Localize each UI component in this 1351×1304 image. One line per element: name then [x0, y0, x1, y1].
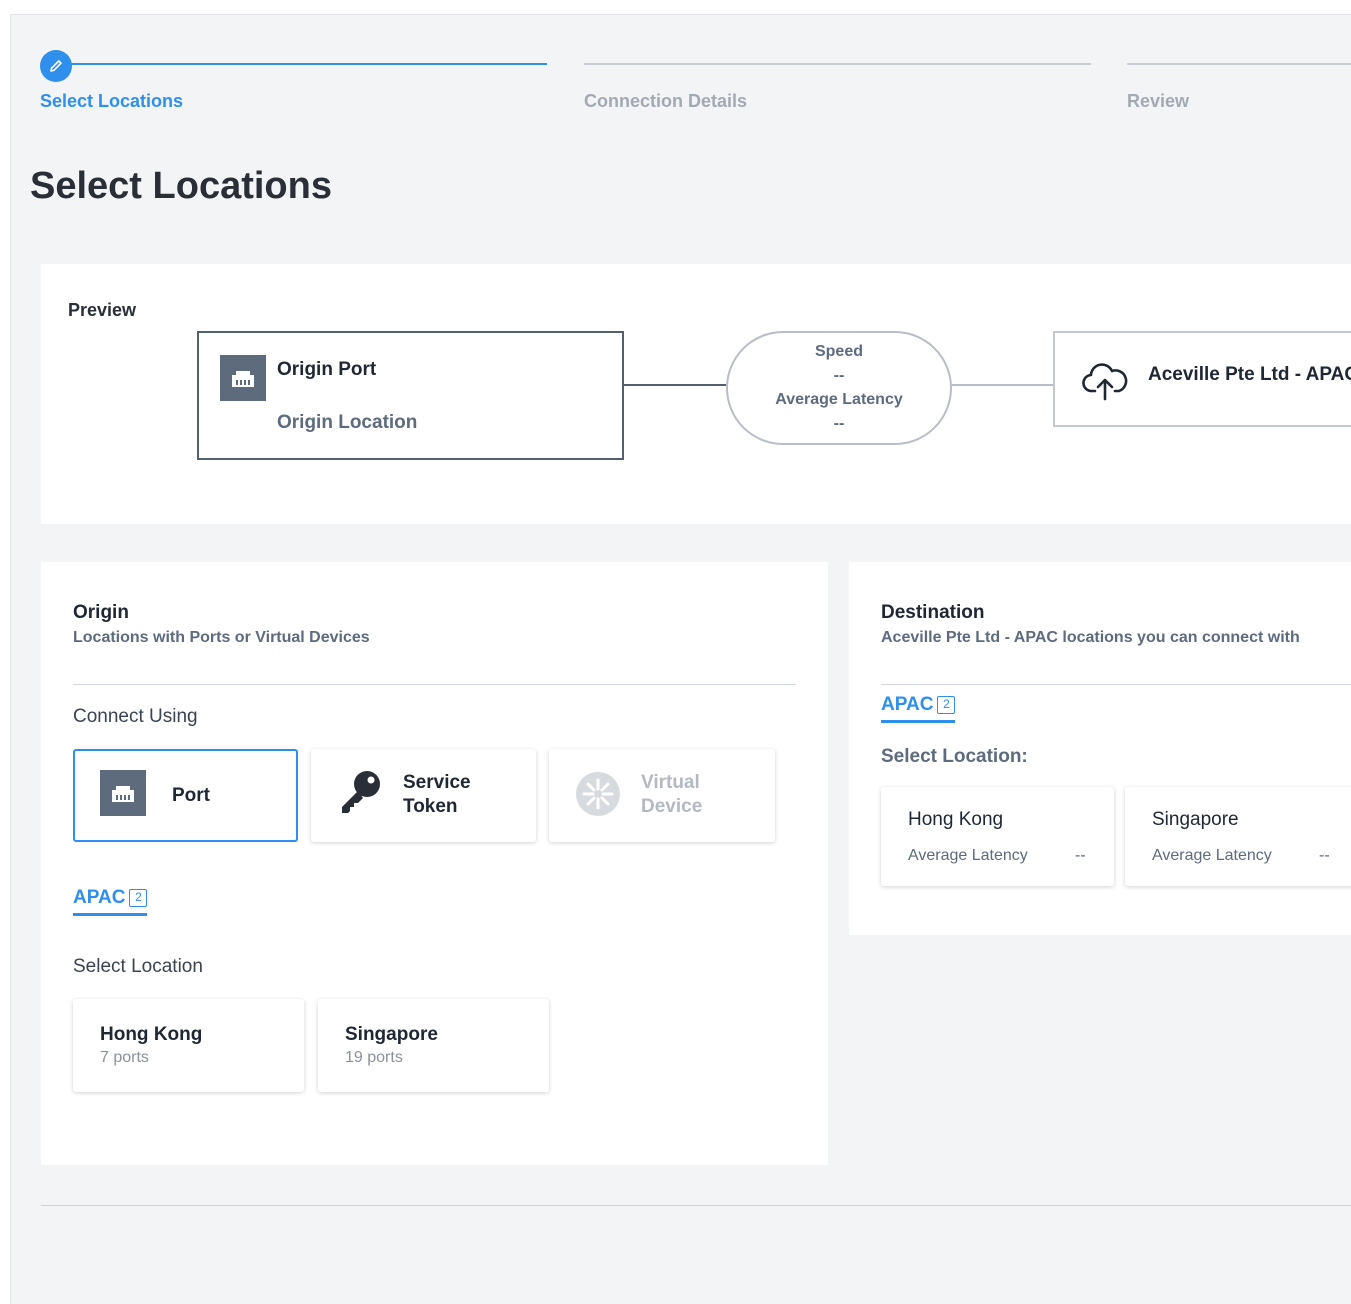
option-label: Port — [172, 785, 210, 806]
region-count-badge: 2 — [937, 696, 956, 714]
option-label-line1: Virtual — [641, 772, 700, 793]
destination-location-singapore[interactable]: Singapore Average Latency -- — [1125, 787, 1351, 886]
location-name: Singapore — [345, 1024, 438, 1045]
preview-origin-box: Origin Port Origin Location — [197, 331, 624, 460]
virtual-device-icon — [575, 771, 621, 822]
location-name: Hong Kong — [908, 809, 1004, 830]
speed-label: Speed — [814, 343, 863, 360]
wizard-frame: Select Locations Connection Details Revi… — [10, 14, 1351, 1304]
step-label: Connection Details — [584, 91, 748, 111]
destination-subtitle: Aceville Pte Ltd - APAC locations you ca… — [881, 629, 1300, 646]
connector-line — [624, 384, 726, 386]
latency-value: -- — [833, 415, 845, 432]
option-label-line1: Service — [403, 772, 471, 793]
preview-origin-title: Origin Port — [277, 359, 377, 380]
region-tab-apac[interactable]: APAC 2 — [881, 694, 956, 723]
preview-card: Preview Origin Port Origin Location Spee… — [41, 264, 1351, 524]
step-label: Select Locations — [40, 91, 184, 111]
pencil-icon — [40, 50, 72, 82]
destination-card: Destination Aceville Pte Ltd - APAC loca… — [849, 562, 1351, 935]
preview-label: Preview — [68, 300, 137, 320]
location-card-singapore[interactable]: Singapore 19 ports — [318, 999, 549, 1092]
latency-label: Average Latency — [775, 391, 903, 408]
ethernet-port-icon — [100, 770, 146, 816]
region-name: APAC — [73, 887, 126, 908]
ethernet-port-icon — [220, 355, 266, 401]
option-label-line2: Device — [641, 796, 703, 817]
latency-value: -- — [1075, 847, 1086, 864]
latency-label: Average Latency — [908, 847, 1028, 864]
preview-destination-box: Aceville Pte Ltd - APAC — [1053, 331, 1351, 427]
select-location-label: Select Location — [73, 956, 203, 977]
footer-divider — [41, 1205, 1351, 1206]
step-line — [584, 63, 1091, 65]
cloud-upload-icon — [1081, 361, 1129, 406]
location-port-count: 19 ports — [345, 1049, 403, 1066]
location-port-count: 7 ports — [100, 1049, 149, 1066]
preview-origin-location: Origin Location — [277, 412, 418, 433]
speed-value: -- — [833, 367, 845, 384]
location-name: Singapore — [1152, 809, 1239, 830]
origin-title: Origin — [73, 602, 129, 623]
location-name: Hong Kong — [100, 1024, 203, 1045]
page-title: Select Locations — [30, 165, 332, 207]
latency-label: Average Latency — [1152, 847, 1272, 864]
destination-location-hong-kong[interactable]: Hong Kong Average Latency -- — [881, 787, 1114, 886]
connect-using-label: Connect Using — [73, 706, 198, 727]
connect-option-port[interactable]: Port — [73, 749, 298, 842]
select-location-label: Select Location: — [881, 746, 1028, 767]
region-name: APAC — [881, 694, 934, 715]
option-label-line2: Token — [403, 796, 458, 817]
step-label: Review — [1127, 91, 1190, 111]
destination-title: Destination — [881, 602, 985, 623]
preview-destination-title: Aceville Pte Ltd - APAC — [1148, 364, 1351, 385]
step-line — [1127, 63, 1351, 65]
connect-option-virtual-device: Virtual Device — [549, 749, 775, 842]
region-count-badge: 2 — [129, 889, 148, 907]
preview-link-metrics: Speed -- Average Latency -- — [726, 331, 952, 445]
origin-subtitle: Locations with Ports or Virtual Devices — [73, 629, 370, 646]
latency-value: -- — [1319, 847, 1330, 864]
divider — [881, 684, 1351, 685]
location-card-hong-kong[interactable]: Hong Kong 7 ports — [73, 999, 304, 1092]
step-progress-line — [56, 63, 547, 65]
region-tab-apac[interactable]: APAC 2 — [73, 887, 148, 916]
connect-option-service-token[interactable]: Service Token — [311, 749, 536, 842]
origin-card: Origin Locations with Ports or Virtual D… — [41, 562, 828, 1165]
connector-line — [952, 384, 1053, 386]
key-icon — [337, 768, 385, 823]
divider — [73, 684, 796, 685]
